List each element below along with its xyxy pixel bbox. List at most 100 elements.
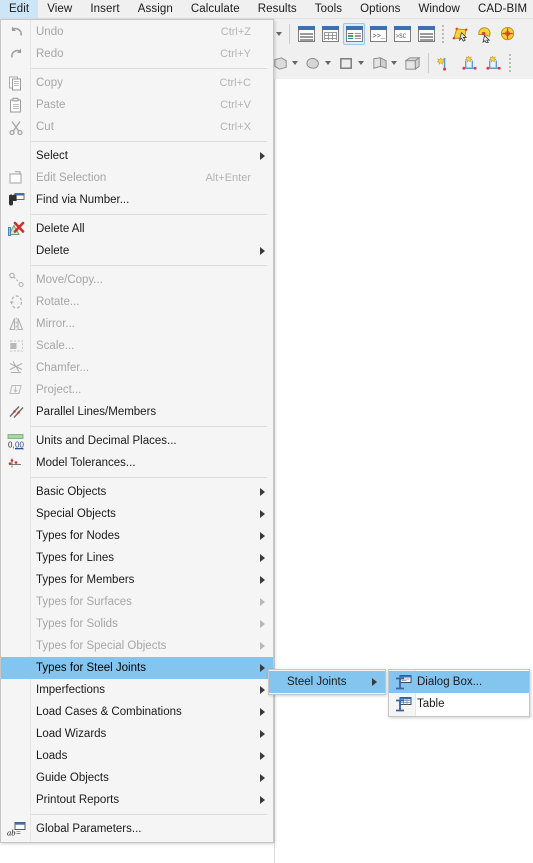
- menu-item-label: Chamfer...: [36, 362, 90, 374]
- new-node-icon[interactable]: [434, 52, 456, 74]
- project-icon: [8, 384, 22, 395]
- menu-item-units-and-decimal-places[interactable]: 0, 00 Units and Decimal Places...: [1, 430, 273, 452]
- menu-item-delete-all[interactable]: Delete All: [1, 218, 273, 240]
- menu-item-imperfections[interactable]: Imperfections: [1, 679, 273, 701]
- select-special-icon[interactable]: [497, 23, 519, 45]
- menu-item-basic-objects[interactable]: Basic Objects: [1, 481, 273, 503]
- units-decimal-icon: 0, 00: [6, 433, 26, 450]
- menu-item-types-for-lines[interactable]: Types for Lines: [1, 547, 273, 569]
- menu-item-shortcut: Ctrl+Z: [220, 26, 251, 38]
- dropdown-caret-icon[interactable]: [276, 32, 282, 36]
- submenu-arrow-icon: [372, 678, 377, 686]
- move-copy-icon: [8, 272, 24, 288]
- menu-item-find-via-number[interactable]: Find via Number...: [1, 189, 273, 211]
- edit-selection-icon: [6, 170, 26, 187]
- surface-object-icon[interactable]: [368, 52, 390, 74]
- submenu-arrow-icon: [260, 510, 265, 518]
- model-canvas[interactable]: [274, 79, 533, 863]
- menu-item-label: Types for Lines: [36, 552, 114, 564]
- table-window-icon[interactable]: [319, 23, 341, 45]
- menu-item-label: Find via Number...: [36, 194, 130, 206]
- menu-item-printout-reports[interactable]: Printout Reports: [1, 789, 273, 811]
- project-icon: [6, 382, 26, 399]
- menu-item-label: Load Cases & Combinations: [36, 706, 182, 718]
- menubar-item-calculate[interactable]: Calculate: [182, 0, 249, 18]
- submenu-arrow-icon: [260, 532, 265, 540]
- color-list-window-icon[interactable]: [343, 23, 365, 45]
- menu-item-delete[interactable]: Delete: [1, 240, 273, 262]
- svg-text:0,: 0,: [8, 440, 15, 449]
- select-by-area-icon[interactable]: [473, 23, 495, 45]
- toolbar-divider: [289, 24, 290, 44]
- submenu-item-dialog-box[interactable]: Dialog Box...: [389, 671, 529, 693]
- mesh-dropdown-caret-icon[interactable]: [325, 61, 331, 65]
- submenu-arrow-icon: [260, 774, 265, 782]
- surface-dropdown-caret-icon[interactable]: [391, 61, 397, 65]
- submenu-item-table[interactable]: Table: [389, 693, 529, 715]
- submenu-arrow-icon: [260, 686, 265, 694]
- menubar-item-options[interactable]: Options: [351, 0, 409, 18]
- redo-icon: [6, 46, 26, 63]
- menu-item-label: Project...: [36, 384, 82, 396]
- new-member-icon[interactable]: [458, 52, 480, 74]
- menu-item-global-parameters[interactable]: ab= Global Parameters...: [1, 818, 273, 840]
- scale-icon: [9, 340, 23, 352]
- menubar-item-edit[interactable]: Edit: [0, 0, 39, 18]
- block-object-icon[interactable]: [401, 52, 423, 74]
- menu-item-load-wizards[interactable]: Load Wizards: [1, 723, 273, 745]
- menubar-item-tools[interactable]: Tools: [306, 0, 351, 18]
- list-window-icon[interactable]: [295, 23, 317, 45]
- model-tolerances-icon: [8, 458, 21, 468]
- menu-item-load-cases-combinations[interactable]: Load Cases & Combinations: [1, 701, 273, 723]
- menu-item-select[interactable]: Select: [1, 145, 273, 167]
- frame-object-icon[interactable]: [335, 52, 357, 74]
- script-window-icon[interactable]: >SC: [391, 23, 413, 45]
- cut-icon: [6, 119, 26, 136]
- menubar-item-view[interactable]: View: [38, 0, 81, 18]
- mesh-object-icon[interactable]: [302, 52, 324, 74]
- menu-item-loads[interactable]: Loads: [1, 745, 273, 767]
- menu-separator: [31, 141, 267, 142]
- mirror-icon: [6, 316, 26, 333]
- toolbar-grip-2[interactable]: [508, 53, 512, 73]
- menu-item-label: Printout Reports: [36, 794, 120, 806]
- menu-item-guide-objects[interactable]: Guide Objects: [1, 767, 273, 789]
- new-line-icon[interactable]: [482, 52, 504, 74]
- surface-select-icon[interactable]: [449, 23, 471, 45]
- application-window: Edit View Insert Assign Calculate Results Tool…: [0, 0, 533, 863]
- menu-item-copy: Copy Ctrl+C: [1, 72, 273, 94]
- submenu-arrow-icon: [260, 576, 265, 584]
- frame-dropdown-caret-icon[interactable]: [358, 61, 364, 65]
- toolbar-grip[interactable]: [441, 24, 445, 44]
- detail-list-window-icon[interactable]: [415, 23, 437, 45]
- menu-item-special-objects[interactable]: Special Objects: [1, 503, 273, 525]
- menu-item-model-tolerances[interactable]: Model Tolerances...: [1, 452, 273, 474]
- menubar-item-results[interactable]: Results: [249, 0, 306, 18]
- menubar-item-insert[interactable]: Insert: [81, 0, 128, 18]
- menu-item-paste: Paste Ctrl+V: [1, 94, 273, 116]
- submenu-arrow-icon: [260, 796, 265, 804]
- submenu-item-label: Dialog Box...: [417, 676, 483, 688]
- menu-item-label: Select: [36, 150, 68, 162]
- menu-item-label: Scale...: [36, 340, 75, 352]
- menu-item-label: Types for Members: [36, 574, 135, 586]
- mirror-icon: [8, 317, 23, 331]
- menu-item-types-for-members[interactable]: Types for Members: [1, 569, 273, 591]
- command-prompt-window-icon[interactable]: >>_: [367, 23, 389, 45]
- menubar-item-cad-bim[interactable]: CAD-BIM: [469, 0, 533, 18]
- menubar-item-assign[interactable]: Assign: [129, 0, 182, 18]
- units-decimal-icon: 0, 00: [7, 433, 24, 449]
- edit-selection-icon: [9, 171, 22, 184]
- delete-all-icon: [8, 221, 25, 236]
- menu-item-chamfer: Chamfer...: [1, 357, 273, 379]
- menu-item-label: Global Parameters...: [36, 823, 142, 835]
- menu-item-types-for-nodes[interactable]: Types for Nodes: [1, 525, 273, 547]
- menu-item-types-for-surfaces: Types for Surfaces: [1, 591, 273, 613]
- solid-dropdown-caret-icon[interactable]: [292, 61, 298, 65]
- menubar-item-window[interactable]: Window: [409, 0, 469, 18]
- select-by-area-glyph: [477, 26, 491, 43]
- edit-dropdown-menu: Undo Ctrl+Z Redo Ctrl+Y Copy Ctrl+C Paste Ctrl+…: [0, 19, 274, 843]
- menu-item-parallel-lines-members[interactable]: Parallel Lines/Members: [1, 401, 273, 423]
- submenu-item-steel-joints[interactable]: Steel Joints: [269, 671, 385, 693]
- menu-item-types-for-steel-joints[interactable]: Types for Steel Joints: [1, 657, 273, 679]
